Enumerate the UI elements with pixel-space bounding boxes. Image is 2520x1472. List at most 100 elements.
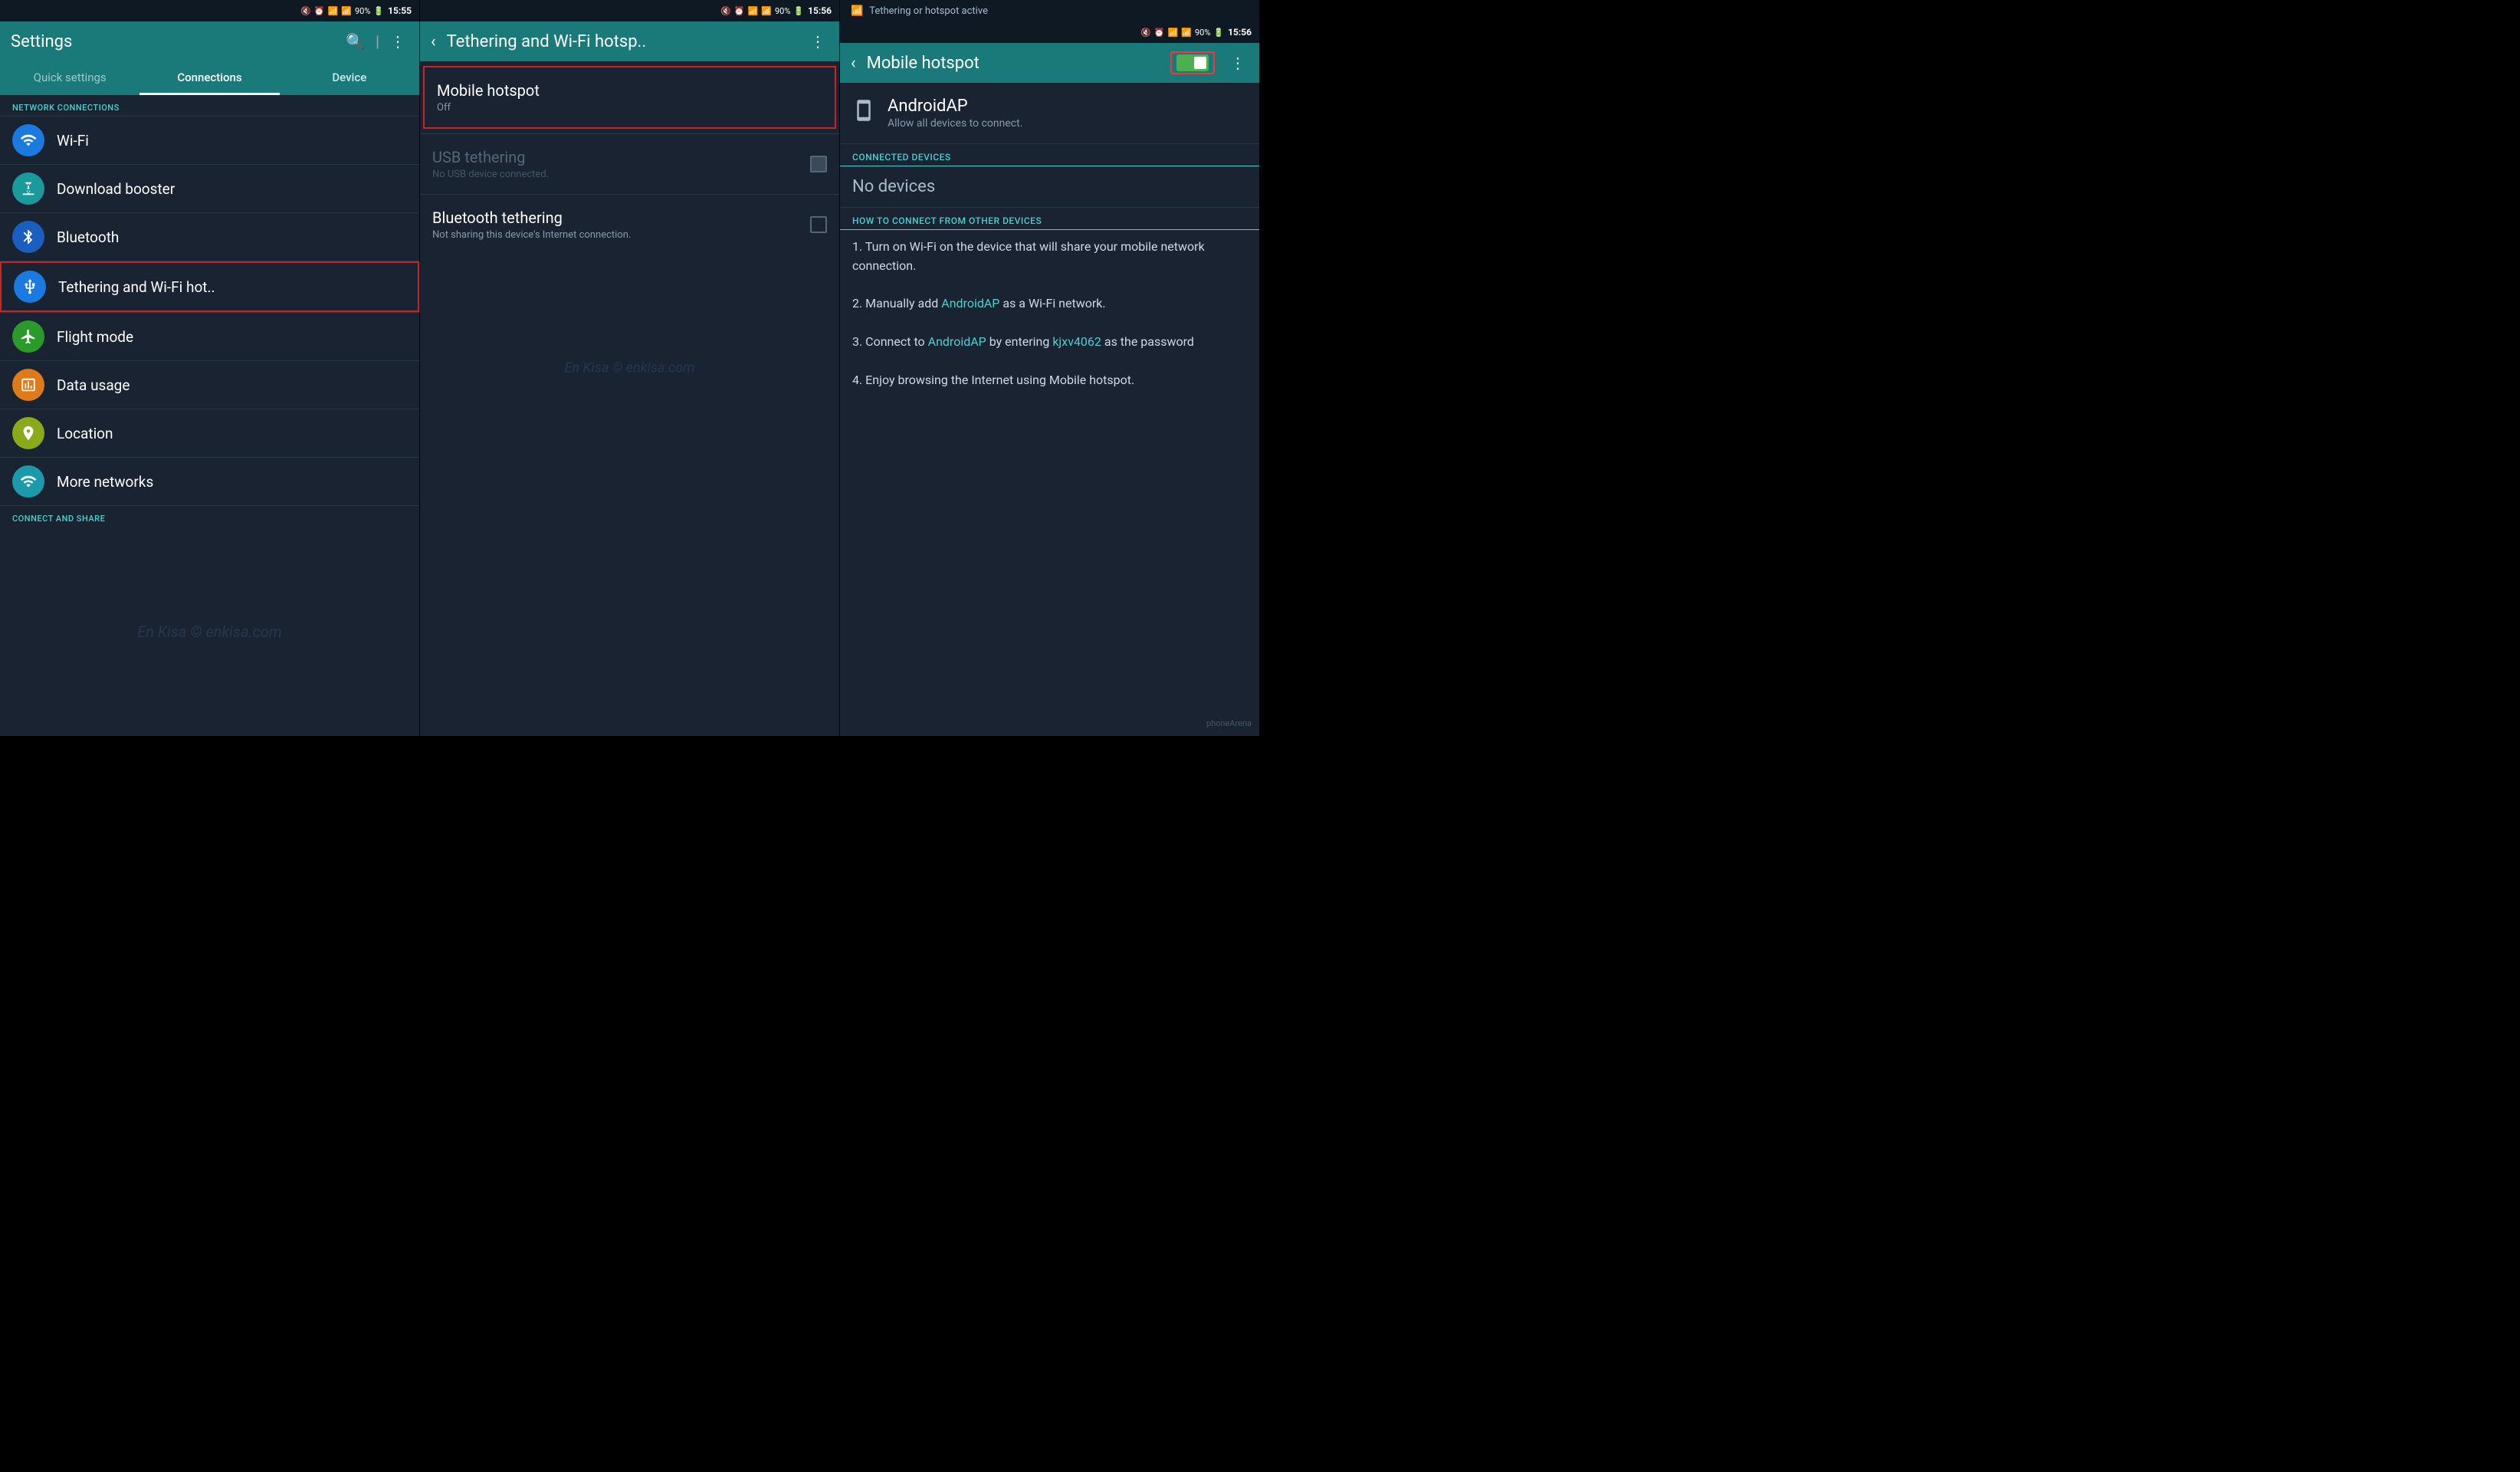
battery-pct-2: 90%	[775, 6, 790, 16]
location-text: Location	[57, 425, 407, 442]
alarm-icon-2: ⏰	[734, 6, 745, 16]
network-connections-header: NETWORK CONNECTIONS	[0, 95, 419, 116]
instruction-3-pw: kjxv4062	[1052, 334, 1101, 349]
wifi-icon-3: 📶	[1168, 28, 1179, 38]
more-networks-icon	[12, 465, 44, 498]
tethering-label: Tethering and Wi-Fi hot..	[58, 278, 405, 296]
toggle-thumb	[1194, 57, 1206, 69]
divider-v: |	[376, 32, 379, 51]
signal-icon-2: 📶	[761, 6, 772, 16]
location-label: Location	[57, 425, 407, 442]
tethering-item[interactable]: Tethering and Wi-Fi hot..	[0, 261, 419, 312]
data-usage-label: Data usage	[57, 376, 407, 394]
hotspot-notification-bar: 📶 Tethering or hotspot active	[840, 0, 1259, 21]
data-usage-icon	[12, 369, 44, 401]
more-networks-text: More networks	[57, 473, 407, 491]
back-button-3[interactable]: ‹	[851, 54, 856, 73]
flight-mode-text: Flight mode	[57, 328, 407, 346]
hotspot-toggle[interactable]	[1170, 51, 1215, 74]
hotspot-title: Mobile hotspot	[867, 54, 1163, 73]
instruction-3-ap: AndroidAP	[928, 334, 986, 349]
bluetooth-tethering-sub: Not sharing this device's Internet conne…	[432, 229, 810, 241]
bluetooth-tethering-item[interactable]: Bluetooth tethering Not sharing this dev…	[420, 195, 839, 255]
notification-text: Tethering or hotspot active	[869, 5, 988, 17]
settings-tabs: Quick settings Connections Device	[0, 61, 419, 95]
back-button-2[interactable]: ‹	[431, 32, 436, 51]
wifi-icon-2: 📶	[748, 6, 759, 16]
flight-icon	[12, 320, 44, 353]
connected-devices-header: CONNECTED DEVICES	[840, 144, 1259, 166]
bluetooth-item[interactable]: Bluetooth	[0, 213, 419, 261]
battery-pct: 90%	[355, 6, 370, 16]
hotspot-topbar: ‹ Mobile hotspot ⋮	[840, 43, 1259, 83]
watermark-2: En Kisa © enkisa.com	[565, 360, 695, 376]
tab-quick-settings[interactable]: Quick settings	[0, 61, 139, 95]
ap-name: AndroidAP	[888, 97, 1022, 116]
settings-title: Settings	[11, 32, 335, 51]
download-booster-item[interactable]: Download booster	[0, 165, 419, 212]
android-ap-text: AndroidAP Allow all devices to connect.	[888, 97, 1022, 130]
wifi-menu-item[interactable]: Wi-Fi	[0, 117, 419, 164]
status-bar-3: 🔇 ⏰ 📶 📶 90% 🔋 15:56	[840, 21, 1259, 43]
instruction-3-mid: by entering	[986, 334, 1053, 349]
overflow-menu-button-2[interactable]: ⋮	[807, 29, 829, 54]
more-networks-item[interactable]: More networks	[0, 458, 419, 505]
bluetooth-tethering-checkbox[interactable]	[810, 216, 827, 233]
tethering-icon	[14, 271, 46, 303]
clock-3: 15:56	[1228, 27, 1252, 38]
location-icon	[12, 417, 44, 449]
download-booster-icon	[12, 172, 44, 205]
usb-tethering-title: USB tethering	[432, 148, 810, 166]
bluetooth-label: Bluetooth	[57, 228, 407, 246]
ap-sub: Allow all devices to connect.	[888, 117, 1022, 130]
instruction-2-ap: AndroidAP	[941, 296, 999, 310]
flight-mode-item[interactable]: Flight mode	[0, 313, 419, 360]
tab-device[interactable]: Device	[280, 61, 419, 95]
watermark-1: En Kisa © enkisa.com	[137, 623, 282, 641]
toggle-track	[1176, 54, 1209, 71]
status-icons-3: 🔇 ⏰ 📶 📶 90% 🔋	[1140, 28, 1224, 38]
bluetooth-tethering-text: Bluetooth tethering Not sharing this dev…	[432, 209, 810, 241]
status-bar-2: 🔇 ⏰ 📶 📶 90% 🔋 15:56	[420, 0, 839, 21]
battery-icon: 🔋	[373, 6, 384, 16]
tab-connections[interactable]: Connections	[139, 61, 279, 95]
usb-tethering-text: USB tethering No USB device connected.	[432, 148, 810, 180]
instruction-4: 4. Enjoy browsing the Internet using Mob…	[852, 373, 1134, 387]
battery-icon-2: 🔋	[793, 6, 804, 16]
usb-tethering-checkbox[interactable]	[810, 156, 827, 172]
instruction-1: 1. Turn on Wi-Fi on the device that will…	[852, 239, 1205, 273]
location-item[interactable]: Location	[0, 409, 419, 457]
signal-icon-3: 📶	[1181, 28, 1192, 38]
mute-icon: 🔇	[300, 6, 311, 16]
clock-2: 15:56	[808, 5, 832, 16]
status-icons-1: 🔇 ⏰ 📶 📶 90% 🔋	[300, 6, 384, 16]
clock-1: 15:55	[388, 5, 412, 16]
wifi-icon: 📶	[328, 6, 339, 16]
overflow-menu-button-3[interactable]: ⋮	[1227, 51, 1249, 75]
bluetooth-tethering-title: Bluetooth tethering	[432, 209, 810, 227]
hotspot-panel: 📶 Tethering or hotspot active 🔇 ⏰ 📶 📶 90…	[840, 0, 1260, 736]
battery-pct-3: 90%	[1195, 28, 1210, 38]
wifi-label: Wi-Fi	[57, 132, 407, 150]
alarm-icon-3: ⏰	[1154, 28, 1165, 38]
tethering-text: Tethering and Wi-Fi hot..	[58, 278, 405, 296]
bluetooth-text: Bluetooth	[57, 228, 407, 246]
mute-icon-3: 🔇	[1140, 28, 1151, 38]
tethering-title: Tethering and Wi-Fi hotsp..	[447, 32, 799, 51]
mobile-hotspot-item[interactable]: Mobile hotspot Off	[423, 66, 836, 129]
search-button[interactable]: 🔍	[343, 29, 368, 54]
instruction-3: 3. Connect to	[852, 334, 928, 349]
usb-tethering-item[interactable]: USB tethering No USB device connected.	[420, 134, 839, 194]
bluetooth-icon-circle	[12, 221, 44, 253]
wifi-item-text: Wi-Fi	[57, 132, 407, 150]
data-usage-item[interactable]: Data usage	[0, 361, 419, 409]
android-ap-row[interactable]: AndroidAP Allow all devices to connect.	[840, 83, 1259, 143]
phone-arena-watermark: phoneArena	[1206, 718, 1252, 728]
download-booster-label: Download booster	[57, 180, 407, 198]
how-to-instructions: 1. Turn on Wi-Fi on the device that will…	[840, 230, 1259, 402]
connect-share-header: CONNECT AND SHARE	[0, 506, 419, 527]
wifi-notify-icon: 📶	[851, 5, 863, 17]
overflow-menu-button[interactable]: ⋮	[387, 29, 409, 54]
tethering-panel: 🔇 ⏰ 📶 📶 90% 🔋 15:56 ‹ Tethering and Wi-F…	[420, 0, 840, 736]
usb-tethering-sub: No USB device connected.	[432, 169, 810, 180]
